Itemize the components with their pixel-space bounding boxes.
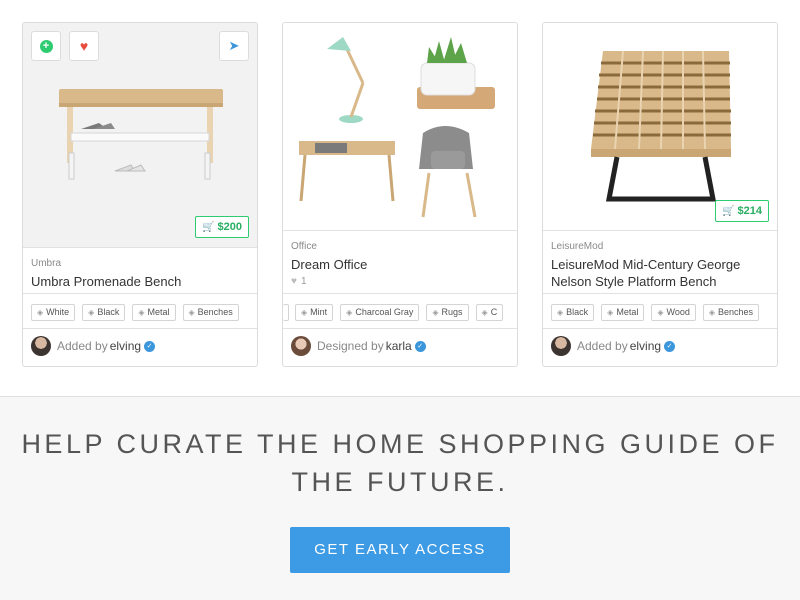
product-brand: Umbra (31, 258, 62, 269)
share-button[interactable]: ➤ (219, 31, 249, 61)
favorite-button[interactable]: ♥ (69, 31, 99, 61)
added-by: Added by elving ✓ (23, 329, 257, 366)
tag-icon: ◈ (432, 308, 439, 317)
added-by: Designed by karla ✓ (283, 329, 517, 366)
promo-section: HELP CURATE THE HOME SHOPPING GUIDE OF T… (0, 396, 800, 600)
promo-headline: HELP CURATE THE HOME SHOPPING GUIDE OF T… (21, 429, 779, 497)
price-value: $200 (217, 221, 242, 233)
tag-chip[interactable]: ◈ Rugs (426, 304, 469, 321)
cart-icon: 🛒 (202, 222, 215, 233)
tag-icon: ◈ (607, 308, 614, 317)
tag-icon: ◈ (37, 308, 44, 317)
chair (419, 126, 477, 218)
product-card[interactable]: + ♥ ➤ 🛒 $200 Umbra Umbra Promenade Bench … (22, 22, 258, 367)
product-info: Office Dream Office ♥ 1 (283, 230, 517, 293)
tag-icon: ◈ (657, 308, 664, 317)
tag-icon: ◈ (481, 308, 488, 317)
product-image[interactable]: 🛒 $214 (543, 23, 777, 230)
get-early-access-button[interactable]: GET EARLY ACCESS (290, 527, 510, 573)
product-title[interactable]: Umbra Promenade Bench (31, 273, 249, 290)
product-title[interactable]: LeisureMod Mid-Century George Nelson Sty… (551, 256, 769, 290)
tag-chip[interactable]: ◈ Wood (651, 304, 696, 321)
price-value: $214 (737, 205, 762, 217)
product-grid: + ♥ ➤ 🛒 $200 Umbra Umbra Promenade Bench … (0, 0, 800, 396)
product-image[interactable]: + ♥ ➤ 🛒 $200 (23, 23, 257, 247)
tag-list: ◈ White ◈ Black ◈ Metal ◈ Benches (23, 293, 257, 329)
added-by-label: Added by (577, 339, 628, 353)
product-brand: Office (291, 241, 317, 252)
verified-badge-icon: ✓ (414, 340, 426, 352)
tag-chip[interactable]: ◈ Metal (601, 304, 645, 321)
tag-icon: ◈ (557, 308, 564, 317)
tag-chip[interactable]: ◈ Mint (295, 304, 334, 321)
heart-icon: ♥ (79, 38, 89, 54)
office-collage-illustration (299, 37, 495, 218)
tag-chip[interactable]: ◈ Charcoal Gray (340, 304, 420, 321)
tag-list: ◈ Mint ◈ Charcoal Gray ◈ Rugs ◈ C (283, 293, 517, 329)
username-link[interactable]: elving (630, 339, 661, 353)
product-brand: LeisureMod (551, 241, 604, 252)
tag-chip[interactable]: ◈ White (31, 304, 76, 321)
added-by: Added by elving ✓ (543, 329, 777, 366)
heart-icon: ♥ (291, 276, 297, 287)
product-image[interactable] (283, 23, 517, 230)
avatar[interactable] (291, 336, 311, 356)
tag-icon: ◈ (708, 308, 716, 317)
plant (417, 37, 495, 109)
product-info: Umbra Umbra Promenade Bench (23, 247, 257, 293)
tag-chip[interactable]: ◈ Metal (132, 304, 176, 321)
verified-badge-icon: ✓ (144, 340, 156, 352)
tag-chip[interactable]: ◈ Benches (182, 304, 239, 321)
platform-bench-illustration (591, 50, 731, 202)
price-badge[interactable]: 🛒 $214 (715, 200, 769, 222)
product-card[interactable]: 🛒 $214 LeisureMod LeisureMod Mid-Century … (542, 22, 778, 367)
add-button[interactable]: + (31, 31, 61, 61)
plus-circle-icon: + (39, 40, 53, 54)
product-title[interactable]: Dream Office (291, 256, 509, 273)
avatar[interactable] (551, 336, 571, 356)
desk (299, 141, 395, 202)
send-icon: ➤ (228, 38, 240, 53)
product-card[interactable]: Office Dream Office ♥ 1 ◈ Mint ◈ Charcoal Gr… (282, 22, 518, 367)
tag-chip[interactable] (283, 304, 289, 321)
username-link[interactable]: elving (110, 339, 141, 353)
tag-icon: ◈ (346, 308, 353, 317)
added-by-label: Designed by (317, 339, 384, 353)
username-link[interactable]: karla (386, 339, 412, 353)
tag-chip[interactable]: ◈ Benches (702, 304, 760, 321)
price-badge[interactable]: 🛒 $200 (195, 216, 249, 238)
tag-icon: ◈ (88, 308, 95, 317)
like-count[interactable]: ♥ 1 (291, 276, 509, 288)
verified-badge-icon: ✓ (664, 340, 676, 352)
tag-chip[interactable]: ◈ C (475, 304, 504, 321)
lamp (327, 37, 365, 123)
tag-list: ◈ Black ◈ Metal ◈ Wood ◈ Benches (543, 293, 777, 329)
cart-icon: 🛒 (722, 206, 735, 217)
avatar[interactable] (31, 336, 51, 356)
tag-icon: ◈ (301, 308, 308, 317)
tag-icon: ◈ (188, 308, 195, 317)
added-by-label: Added by (57, 339, 108, 353)
product-info: LeisureMod LeisureMod Mid-Century George… (543, 230, 777, 293)
tag-icon: ◈ (138, 308, 145, 317)
tag-chip[interactable]: ◈ Black (551, 304, 595, 321)
tag-chip[interactable]: ◈ Black (82, 304, 126, 321)
